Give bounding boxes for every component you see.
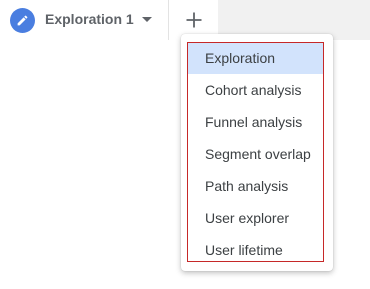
- pencil-icon[interactable]: [10, 8, 35, 33]
- menu-item-user-lifetime[interactable]: User lifetime: [187, 234, 324, 266]
- tab-title[interactable]: Exploration 1: [45, 11, 134, 27]
- menu-item-cohort-analysis[interactable]: Cohort analysis: [187, 74, 324, 106]
- plus-icon: [186, 12, 201, 28]
- new-tab-menu: Exploration Cohort analysis Funnel analy…: [181, 34, 333, 271]
- pencil-icon-glyph: [17, 15, 28, 26]
- app-stage: Exploration 1 Exploration Cohort analysi…: [0, 0, 370, 289]
- tab-exploration-1[interactable]: Exploration 1: [0, 0, 168, 40]
- chevron-down-icon[interactable]: [142, 17, 152, 22]
- menu-item-path-analysis[interactable]: Path analysis: [187, 170, 324, 202]
- menu-item-segment-overlap[interactable]: Segment overlap: [187, 138, 324, 170]
- menu-item-user-explorer[interactable]: User explorer: [187, 202, 324, 234]
- menu-item-exploration[interactable]: Exploration: [187, 42, 324, 74]
- menu-item-funnel-analysis[interactable]: Funnel analysis: [187, 106, 324, 138]
